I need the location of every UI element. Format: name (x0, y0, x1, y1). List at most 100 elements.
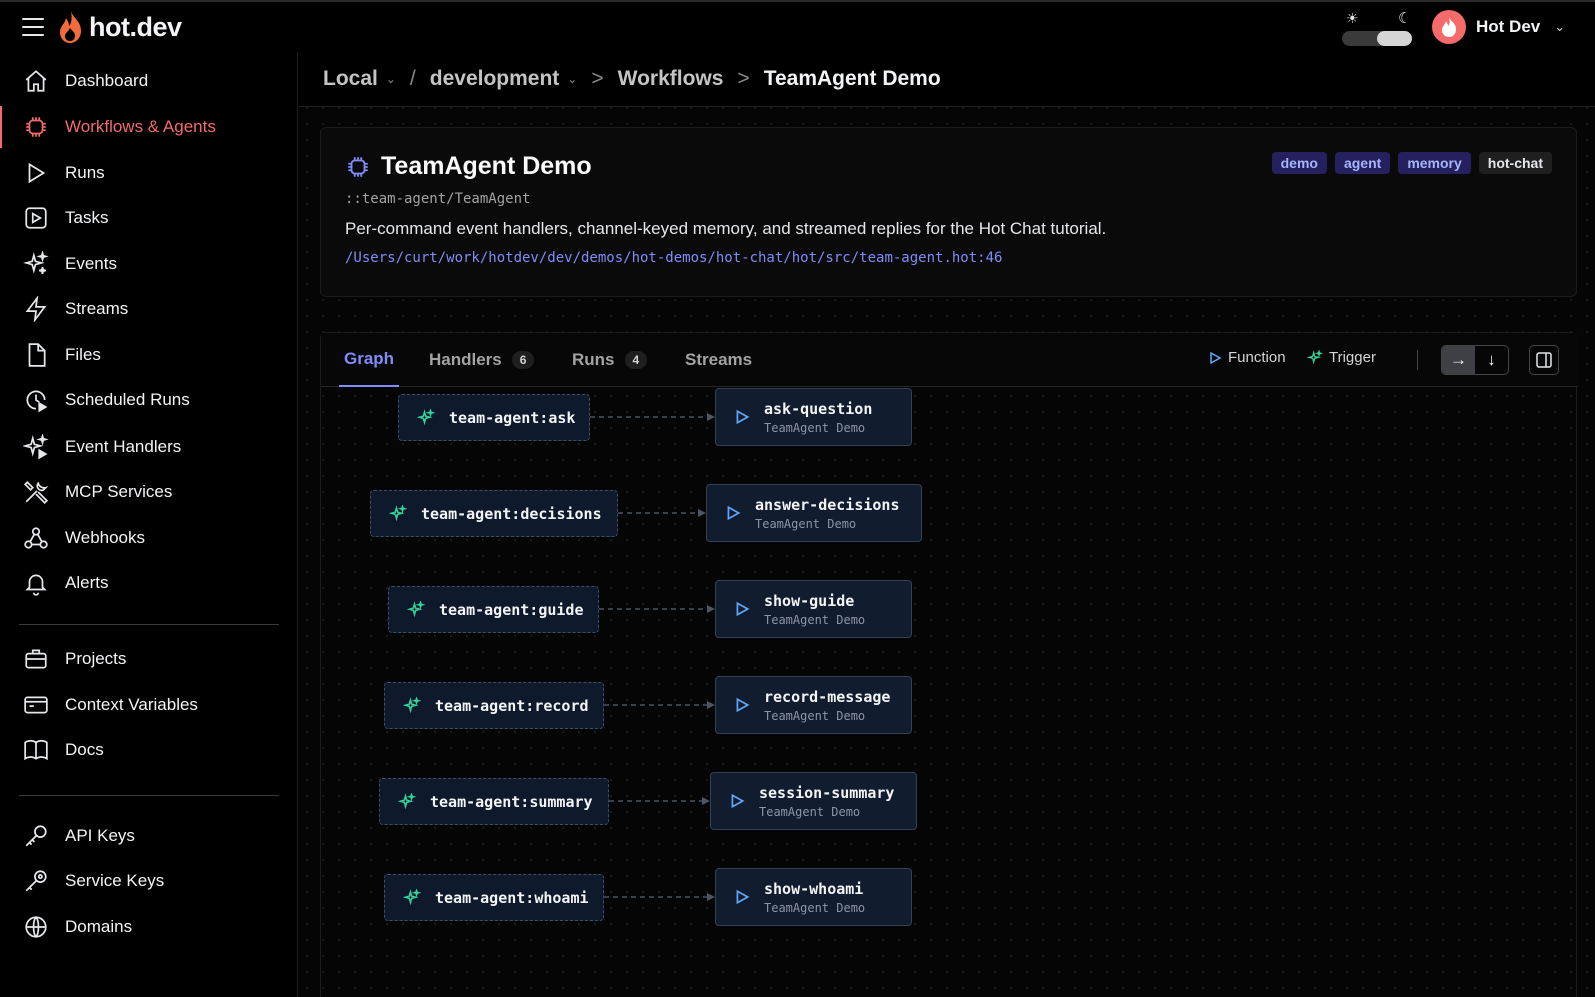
breadcrumb-section[interactable]: Workflows (618, 67, 724, 91)
workflow-title: TeamAgent Demo (381, 152, 592, 180)
function-name: ask-question (764, 399, 873, 418)
sidebar: Dashboard Workflows & Agents Runs Tasks … (0, 52, 298, 997)
sidebar-item-mcp-services[interactable]: MCP Services (0, 471, 298, 513)
sidebar-item-api-keys[interactable]: API Keys (0, 815, 298, 857)
function-node[interactable]: ask-question TeamAgent Demo (715, 388, 912, 446)
sparkles-icon (403, 888, 421, 905)
sidebar-item-workflows-agents[interactable]: Workflows & Agents (0, 106, 298, 148)
sidebar-item-scheduled-runs[interactable]: Scheduled Runs (0, 379, 298, 421)
play-square-icon (22, 204, 50, 232)
sidebar-item-service-keys[interactable]: Service Keys (0, 860, 298, 902)
sidebar-item-alerts[interactable]: Alerts (0, 562, 298, 604)
chevron-down-icon[interactable]: ⌄ (386, 72, 396, 86)
arrow-down-icon[interactable]: ↓ (1475, 346, 1508, 374)
tab-streams[interactable]: Streams (685, 333, 752, 387)
trigger-label: team-agent:ask (449, 408, 576, 427)
sidebar-divider (19, 624, 279, 625)
edge-arrow (707, 413, 715, 421)
sparkles-icon (22, 250, 50, 278)
trigger-node[interactable]: team-agent:whoami (384, 874, 604, 921)
trigger-label: team-agent:decisions (421, 504, 602, 523)
sidebar-item-label: Workflows & Agents (65, 117, 216, 136)
sidebar-item-webhooks[interactable]: Webhooks (0, 517, 298, 559)
user-menu[interactable]: Hot Dev ⌄ (1432, 10, 1565, 44)
function-node[interactable]: show-guide TeamAgent Demo (715, 580, 912, 638)
sidebar-item-streams[interactable]: Streams (0, 288, 298, 330)
user-name: Hot Dev (1476, 17, 1541, 36)
legend-label: Trigger (1329, 349, 1376, 366)
trigger-label: team-agent:summary (430, 792, 593, 811)
tab-handlers[interactable]: Handlers 6 (429, 333, 535, 387)
moon-icon: ☾ (1398, 10, 1412, 27)
breadcrumb-env[interactable]: development (430, 67, 560, 91)
sidebar-item-label: Dashboard (65, 71, 149, 90)
function-node[interactable]: show-whoami TeamAgent Demo (715, 868, 912, 926)
tab-graph[interactable]: Graph (339, 333, 400, 387)
trigger-node[interactable]: team-agent:ask (398, 394, 590, 441)
breadcrumb-current: TeamAgent Demo (763, 67, 941, 90)
trigger-label: team-agent:guide (439, 600, 584, 619)
menu-icon[interactable] (22, 18, 44, 36)
chip-icon (22, 113, 50, 141)
sparkles-icon (417, 408, 435, 425)
flame-avatar-icon (1442, 17, 1456, 37)
legend-trigger: Trigger (1307, 349, 1376, 366)
trigger-node[interactable]: team-agent:guide (388, 586, 599, 633)
workflow-description: Per-command event handlers, channel-keye… (345, 219, 1107, 238)
workflow-path: ::team-agent/TeamAgent (345, 191, 531, 207)
function-workflow: TeamAgent Demo (755, 516, 857, 531)
workflow-source-link[interactable]: /Users/curt/work/hotdev/dev/demos/hot-de… (345, 250, 1002, 266)
service-key-icon (22, 867, 50, 895)
function-workflow: TeamAgent Demo (759, 804, 861, 819)
arrow-right-icon[interactable]: → (1442, 346, 1475, 374)
theme-toggle[interactable]: ☀ ☾ (1342, 10, 1412, 48)
play-icon (736, 889, 750, 905)
sidebar-item-runs[interactable]: Runs (0, 152, 298, 194)
sidebar-item-label: Files (65, 345, 101, 364)
logo[interactable]: hot.dev (57, 10, 182, 44)
tag-badge[interactable]: agent (1334, 152, 1391, 174)
function-node[interactable]: session-summary TeamAgent Demo (710, 772, 917, 830)
briefcase-icon (22, 645, 50, 673)
tag-badge[interactable]: memory (1398, 152, 1471, 174)
tools-icon (22, 478, 50, 506)
sun-icon: ☀ (1346, 10, 1359, 26)
chevron-down-icon[interactable]: ⌄ (567, 72, 577, 86)
edge-arrow (707, 701, 715, 709)
sidebar-item-event-handlers[interactable]: Event Handlers (0, 426, 298, 468)
sidebar-item-domains[interactable]: Domains (0, 906, 298, 948)
tab-runs[interactable]: Runs 4 (572, 333, 648, 387)
main-content: Local ⌄ / development ⌄ > Workflows > Te… (299, 52, 1595, 997)
tag-badge[interactable]: hot-chat (1478, 152, 1552, 174)
play-icon (736, 601, 750, 617)
sidebar-item-events[interactable]: Events (0, 243, 298, 285)
panel-toggle-icon[interactable] (1529, 345, 1559, 375)
sidebar-item-docs[interactable]: Docs (0, 729, 298, 771)
sidebar-item-label: Events (65, 254, 117, 273)
breadcrumb-org[interactable]: Local (323, 67, 378, 91)
sidebar-item-label: Webhooks (65, 528, 146, 547)
chip-icon (348, 156, 368, 177)
edge-arrow (707, 893, 715, 901)
function-node[interactable]: answer-decisions TeamAgent Demo (706, 484, 922, 542)
sidebar-item-dashboard[interactable]: Dashboard (0, 60, 298, 102)
sidebar-item-tasks[interactable]: Tasks (0, 197, 298, 239)
book-icon (22, 736, 50, 764)
play-icon (727, 505, 741, 521)
sparkles-icon (407, 600, 425, 617)
sidebar-item-projects[interactable]: Projects (0, 638, 298, 680)
sidebar-item-files[interactable]: Files (0, 334, 298, 376)
function-node[interactable]: record-message TeamAgent Demo (715, 676, 912, 734)
sparkles-icon (389, 504, 407, 521)
toolbar-divider (1417, 350, 1418, 370)
bolt-icon (22, 295, 50, 323)
play-icon (731, 793, 745, 809)
trigger-node[interactable]: team-agent:decisions (370, 490, 618, 537)
sidebar-item-context-variables[interactable]: Context Variables (0, 684, 298, 726)
chevron-down-icon: ⌄ (1554, 19, 1566, 34)
trigger-node[interactable]: team-agent:record (384, 682, 604, 729)
trigger-node[interactable]: team-agent:summary (379, 778, 609, 825)
tag-badge[interactable]: demo (1271, 152, 1327, 174)
breadcrumb: Local ⌄ / development ⌄ > Workflows > Te… (299, 52, 1595, 107)
file-icon (22, 341, 50, 369)
